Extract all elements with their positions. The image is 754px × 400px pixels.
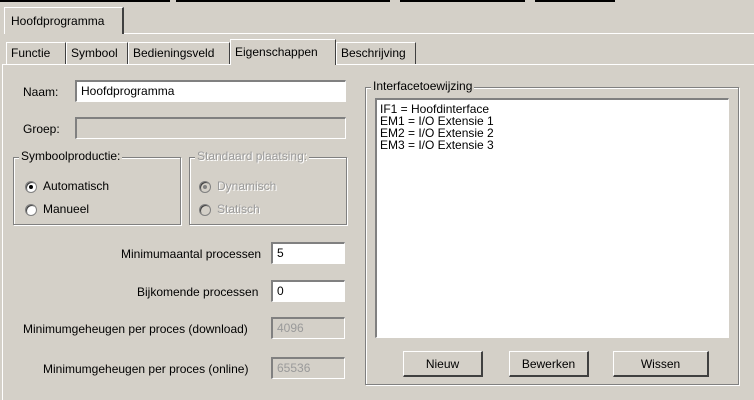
tab-hoofdprogramma[interactable]: Hoofdprogramma [4, 7, 124, 34]
top-border [176, 0, 390, 2]
name-field[interactable]: Hoofdprogramma [75, 80, 346, 102]
delete-button[interactable]: Wissen [613, 351, 709, 377]
radio-statisch[interactable] [199, 204, 211, 216]
group-label: Groep: [23, 122, 60, 136]
properties-panel: Naam: Hoofdprogramma Groep: Symboolprodu… [2, 64, 754, 400]
group-field[interactable] [75, 117, 346, 139]
tab-symbool[interactable]: Symbool [66, 42, 128, 64]
radio-dynamisch-label: Dynamisch [217, 179, 277, 193]
min-memory-download-field[interactable]: 4096 [271, 317, 345, 339]
new-button[interactable]: Nieuw [403, 351, 483, 377]
tab-strip-line [124, 33, 754, 34]
radio-statisch-label: Statisch [217, 202, 260, 216]
top-border [535, 0, 615, 2]
interface-listbox[interactable]: IF1 = Hoofdinterface EM1 = I/O Extensie … [375, 98, 729, 338]
radio-manueel[interactable] [25, 204, 37, 216]
tab-label: Eigenschappen [235, 45, 318, 59]
tab-eigenschappen[interactable]: Eigenschappen [230, 39, 336, 65]
top-border [0, 0, 170, 2]
top-border [400, 0, 525, 2]
tab-functie[interactable]: Functie [6, 42, 66, 64]
radio-manueel-label: Manueel [43, 202, 90, 216]
standard-placement-legend: Standaard plaatsing: [195, 149, 310, 163]
tab-label: Bedieningsveld [133, 46, 215, 60]
symbol-production-legend: Symboolproductie: [19, 149, 123, 163]
edit-button[interactable]: Bewerken [509, 351, 589, 377]
radio-automatisch-label: Automatisch [43, 179, 110, 193]
tab-bedieningsveld[interactable]: Bedieningsveld [128, 42, 230, 64]
tab-label: Functie [11, 46, 51, 60]
radio-automatisch[interactable] [25, 181, 37, 193]
tab-label: Symbool [71, 46, 118, 60]
radio-dot [203, 185, 207, 189]
interface-legend: Interfacetoewijzing [371, 79, 475, 93]
extra-processes-field[interactable]: 0 [271, 280, 345, 302]
tab-beschrijving[interactable]: Beschrijving [336, 42, 416, 64]
radio-dot [29, 185, 33, 189]
min-processes-field[interactable]: 5 [271, 242, 345, 264]
outer-tab-label: Hoofdprogramma [11, 14, 105, 28]
list-item[interactable]: EM3 = I/O Extensie 3 [380, 139, 728, 151]
tab-label: Beschrijving [341, 46, 406, 60]
min-processes-label: Minimumaantal processen [121, 247, 262, 261]
min-memory-download-label: Minimumgeheugen per proces (download) [23, 322, 248, 336]
min-memory-online-label: Minimumgeheugen per proces (online) [43, 362, 249, 376]
min-memory-online-field[interactable]: 65536 [271, 357, 345, 379]
extra-processes-label: Bijkomende processen [137, 285, 259, 299]
radio-dynamisch[interactable] [199, 181, 211, 193]
name-label: Naam: [23, 85, 59, 99]
